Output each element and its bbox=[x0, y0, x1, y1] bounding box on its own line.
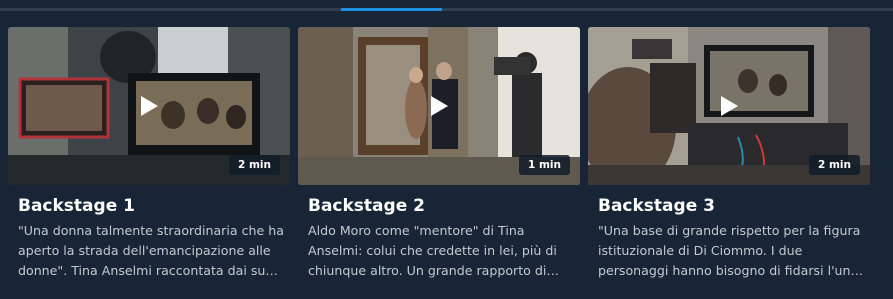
video-title[interactable]: Backstage 2 bbox=[308, 195, 580, 217]
video-description: "Una base di grande rispetto per la figu… bbox=[598, 223, 861, 278]
video-thumbnail[interactable]: 2 min bbox=[588, 27, 870, 185]
duration-badge: 2 min bbox=[809, 155, 860, 175]
video-title[interactable]: Backstage 3 bbox=[598, 195, 870, 217]
video-description: Aldo Moro come "mentore" di Tina Anselmi… bbox=[308, 223, 557, 278]
video-description: "Una donna talmente straordinaria che ha… bbox=[18, 223, 284, 278]
video-card-backstage-1[interactable]: 2 min Backstage 1 "Una donna talmente st… bbox=[8, 27, 290, 281]
video-thumbnail[interactable]: 2 min bbox=[8, 27, 290, 185]
play-icon[interactable] bbox=[419, 86, 459, 126]
video-carousel-page: 2 min Backstage 1 "Una donna talmente st… bbox=[0, 0, 893, 299]
carousel-scroll-indicator[interactable] bbox=[341, 8, 442, 11]
video-card-backstage-2[interactable]: 1 min Backstage 2 Aldo Moro come "mentor… bbox=[298, 27, 580, 281]
play-icon[interactable] bbox=[129, 86, 169, 126]
video-card-backstage-3[interactable]: 2 min Backstage 3 "Una base di grande ri… bbox=[588, 27, 870, 281]
duration-badge: 2 min bbox=[229, 155, 280, 175]
play-icon[interactable] bbox=[709, 86, 749, 126]
video-card-list: 2 min Backstage 1 "Una donna talmente st… bbox=[8, 27, 870, 281]
carousel-scroll-track[interactable] bbox=[0, 8, 893, 11]
duration-badge: 1 min bbox=[519, 155, 570, 175]
video-thumbnail[interactable]: 1 min bbox=[298, 27, 580, 185]
video-title[interactable]: Backstage 1 bbox=[18, 195, 290, 217]
